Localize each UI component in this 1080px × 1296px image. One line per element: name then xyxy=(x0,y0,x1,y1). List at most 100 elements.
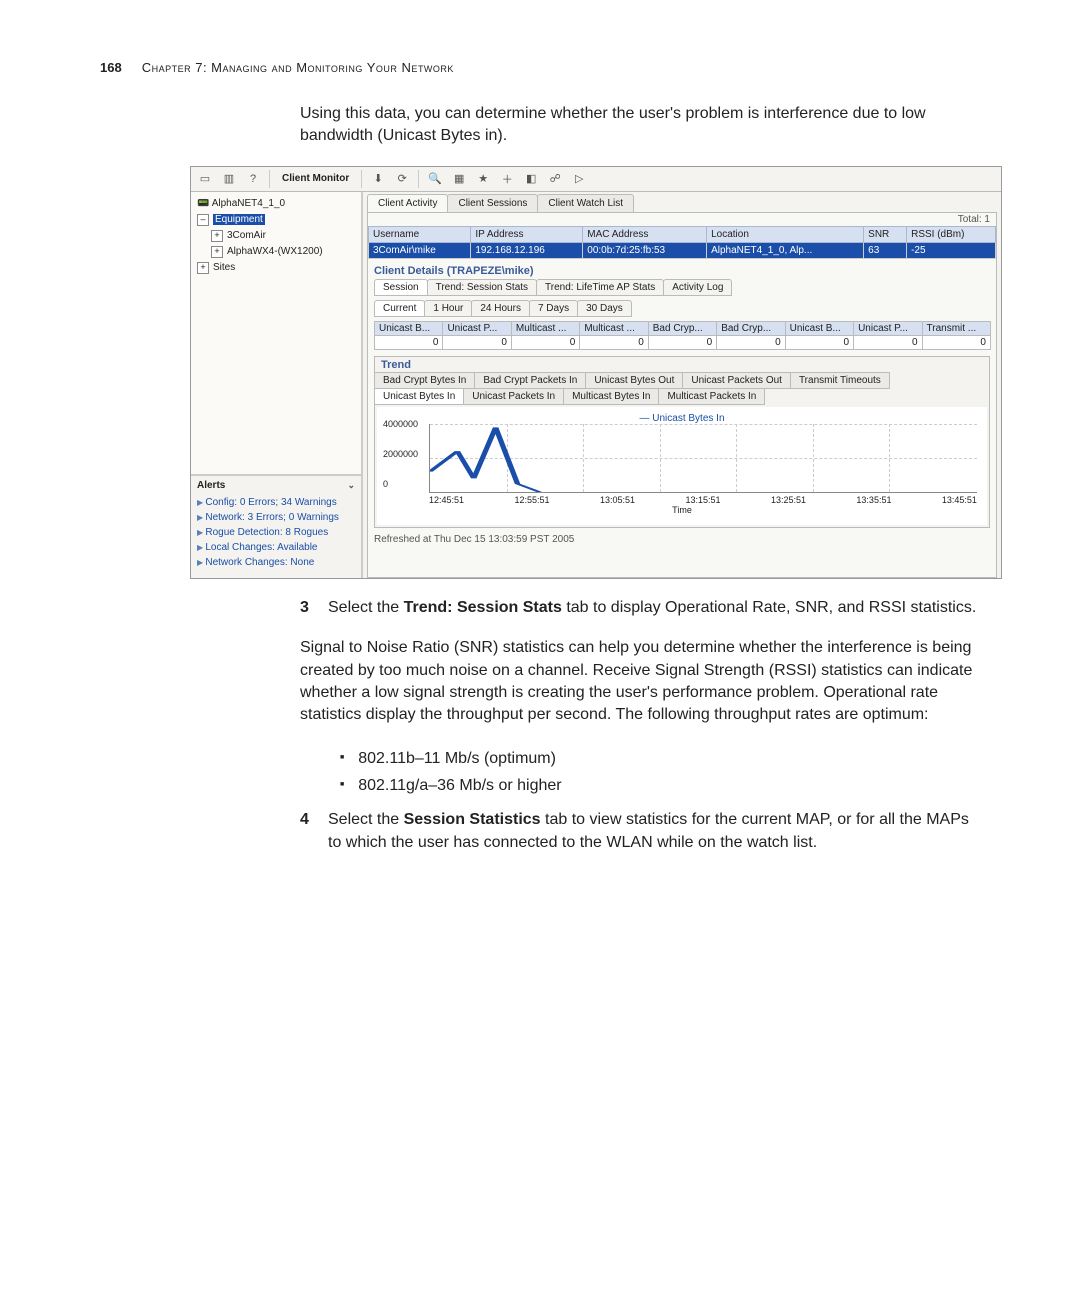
collapse-icon[interactable]: ⌄ xyxy=(347,480,355,491)
tag-icon[interactable]: ◧ xyxy=(521,169,541,189)
tree-item-alphawx4[interactable]: +AlphaWX4-(WX1200) xyxy=(197,244,357,260)
refresh-down-icon[interactable]: ⬇ xyxy=(368,169,388,189)
time-24hours[interactable]: 24 Hours xyxy=(471,300,530,317)
stat-h4: Bad Cryp... xyxy=(649,322,716,336)
stat-h2: Multicast ... xyxy=(512,322,579,336)
stat-v7: 0 xyxy=(854,336,921,349)
time-30days[interactable]: 30 Days xyxy=(577,300,632,317)
window-cascade-icon[interactable]: ▥ xyxy=(219,169,239,189)
client-table[interactable]: Username IP Address MAC Address Location… xyxy=(368,226,996,259)
detail-tabs: Session Trend: Session Stats Trend: Life… xyxy=(368,279,996,296)
step-4: 4 Select the Session Statistics tab to v… xyxy=(300,809,980,854)
stat-v4: 0 xyxy=(649,336,716,349)
find-client-icon[interactable]: ☍ xyxy=(545,169,565,189)
tab-activity-log[interactable]: Activity Log xyxy=(663,279,732,296)
alert-config[interactable]: Config: 0 Errors; 34 Warnings xyxy=(197,495,355,510)
y-tick-1: 2000000 xyxy=(383,449,418,459)
tt-unicast-packets-in[interactable]: Unicast Packets In xyxy=(463,388,564,405)
nav-tree[interactable]: 📟 AlphaNET4_1_0 –Equipment +3ComAir +Alp… xyxy=(191,192,361,474)
tab-client-sessions[interactable]: Client Sessions xyxy=(447,194,538,212)
tab-client-activity[interactable]: Client Activity xyxy=(367,194,448,212)
tt-unicast-packets-out[interactable]: Unicast Packets Out xyxy=(682,372,791,389)
stat-h8: Transmit ... xyxy=(923,322,990,336)
top-tabs: Client Activity Client Sessions Client W… xyxy=(363,192,1001,212)
page-number: 168 xyxy=(100,60,122,75)
export-icon[interactable]: ▷ xyxy=(569,169,589,189)
stat-h1: Unicast P... xyxy=(443,322,510,336)
trend-tabs: Bad Crypt Bytes In Bad Crypt Packets In … xyxy=(375,373,989,405)
window-tile-icon[interactable]: ▭ xyxy=(195,169,215,189)
status-bar: Refreshed at Thu Dec 15 13:03:59 PST 200… xyxy=(368,532,996,547)
chapter-heading: Chapter 7: Managing and Monitoring Your … xyxy=(142,60,454,75)
toolbar: ▭ ▥ ? Client Monitor ⬇ ⟳ 🔍 ▦ ★ ＋ ◧ ☍ ▷ xyxy=(191,167,1001,192)
time-7days[interactable]: 7 Days xyxy=(529,300,578,317)
tt-bad-crypt-bytes-in[interactable]: Bad Crypt Bytes In xyxy=(374,372,475,389)
alerts-panel: Alerts ⌄ Config: 0 Errors; 34 Warnings Ne… xyxy=(191,474,361,578)
tt-unicast-bytes-out[interactable]: Unicast Bytes Out xyxy=(585,372,683,389)
chart-area xyxy=(429,424,977,493)
time-current[interactable]: Current xyxy=(374,300,425,317)
tab-trend-session-stats[interactable]: Trend: Session Stats xyxy=(427,279,537,296)
panel-title: Client Monitor xyxy=(276,173,355,184)
stats-grid: Unicast B...0 Unicast P...0 Multicast ..… xyxy=(374,321,990,350)
stat-v0: 0 xyxy=(375,336,442,349)
zoom-icon[interactable]: 🔍 xyxy=(425,169,445,189)
add-icon[interactable]: ＋ xyxy=(497,169,517,189)
tree-root[interactable]: 📟 AlphaNET4_1_0 xyxy=(197,196,357,212)
tt-bad-crypt-packets-in[interactable]: Bad Crypt Packets In xyxy=(474,372,586,389)
chart-icon[interactable]: ▦ xyxy=(449,169,469,189)
client-details-title: Client Details (TRAPEZE\mike) xyxy=(368,259,996,279)
tree-sites[interactable]: +Sites xyxy=(197,260,357,276)
snr-paragraph: Signal to Noise Ratio (SNR) statistics c… xyxy=(300,637,980,727)
alert-network[interactable]: Network: 3 Errors; 0 Warnings xyxy=(197,510,355,525)
alert-netchanges[interactable]: Network Changes: None xyxy=(197,555,355,570)
tab-client-watch-list[interactable]: Client Watch List xyxy=(537,194,634,212)
intro-paragraph: Using this data, you can determine wheth… xyxy=(300,103,980,148)
stat-v3: 0 xyxy=(580,336,647,349)
x-axis-title: Time xyxy=(387,505,977,515)
step-3: 3 Select the Trend: Session Stats tab to… xyxy=(300,597,980,619)
stat-v6: 0 xyxy=(786,336,853,349)
stat-v5: 0 xyxy=(717,336,784,349)
tt-unicast-bytes-in[interactable]: Unicast Bytes In xyxy=(374,388,464,405)
col-ip[interactable]: IP Address xyxy=(471,226,583,242)
stat-v2: 0 xyxy=(512,336,579,349)
stat-h0: Unicast B... xyxy=(375,322,442,336)
stat-h6: Unicast B... xyxy=(786,322,853,336)
bullet-80211g: 802.11g/a–36 Mb/s or higher xyxy=(340,772,980,799)
col-mac[interactable]: MAC Address xyxy=(583,226,707,242)
stat-v8: 0 xyxy=(923,336,990,349)
alert-rogue[interactable]: Rogue Detection: 8 Rogues xyxy=(197,525,355,540)
stat-h5: Bad Cryp... xyxy=(717,322,784,336)
total-count: Total: 1 xyxy=(368,213,996,226)
alerts-title: Alerts xyxy=(197,480,225,491)
alert-local[interactable]: Local Changes: Available xyxy=(197,540,355,555)
tt-multicast-packets-in[interactable]: Multicast Packets In xyxy=(658,388,765,405)
client-monitor-screenshot: ▭ ▥ ? Client Monitor ⬇ ⟳ 🔍 ▦ ★ ＋ ◧ ☍ ▷ 📟… xyxy=(190,166,1002,579)
time-tabs: Current 1 Hour 24 Hours 7 Days 30 Days xyxy=(368,300,996,317)
tt-multicast-bytes-in[interactable]: Multicast Bytes In xyxy=(563,388,659,405)
help-icon[interactable]: ? xyxy=(243,169,263,189)
stat-h7: Unicast P... xyxy=(854,322,921,336)
tree-item-3comair[interactable]: +3ComAir xyxy=(197,228,357,244)
bullet-80211b: 802.11b–11 Mb/s (optimum) xyxy=(340,745,980,772)
stat-v1: 0 xyxy=(443,336,510,349)
col-location[interactable]: Location xyxy=(707,226,864,242)
star-icon[interactable]: ★ xyxy=(473,169,493,189)
col-username[interactable]: Username xyxy=(369,226,471,242)
trend-title: Trend xyxy=(375,357,989,373)
col-snr[interactable]: SNR xyxy=(864,226,907,242)
tt-transmit-timeouts[interactable]: Transmit Timeouts xyxy=(790,372,890,389)
tree-equipment[interactable]: –Equipment xyxy=(197,212,357,228)
y-tick-2: 0 xyxy=(383,479,388,489)
table-row[interactable]: 3ComAir\mike 192.168.12.196 00:0b:7d:25:… xyxy=(369,242,996,258)
col-rssi[interactable]: RSSI (dBm) xyxy=(907,226,996,242)
time-1hour[interactable]: 1 Hour xyxy=(424,300,472,317)
chart-title: Unicast Bytes In xyxy=(387,413,977,424)
refresh-icon[interactable]: ⟳ xyxy=(392,169,412,189)
tab-trend-lifetime-ap[interactable]: Trend: LifeTime AP Stats xyxy=(536,279,664,296)
tab-session[interactable]: Session xyxy=(374,279,428,296)
y-tick-0: 4000000 xyxy=(383,419,418,429)
stat-h3: Multicast ... xyxy=(580,322,647,336)
trend-box: Trend Bad Crypt Bytes In Bad Crypt Packe… xyxy=(374,356,990,528)
